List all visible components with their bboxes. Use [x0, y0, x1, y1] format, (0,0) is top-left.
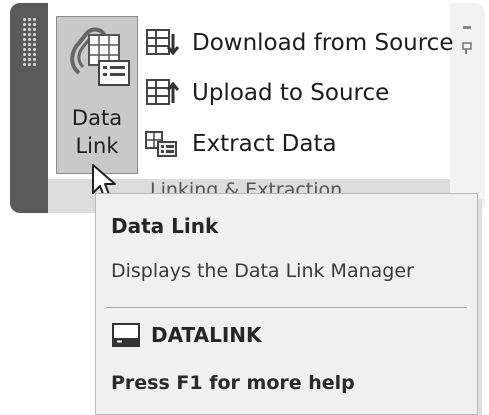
tooltip-divider [106, 307, 467, 308]
grip-dots-icon [22, 17, 36, 67]
data-link-tooltip: Data Link Displays the Data Link Manager… [95, 193, 478, 415]
tooltip-command-name: DATALINK [151, 323, 262, 347]
data-link-label-line1: Data [71, 106, 123, 130]
extract-data-button[interactable]: Extract Data [144, 124, 337, 164]
upload-to-source-label: Upload to Source [192, 80, 390, 106]
extract-data-label: Extract Data [192, 131, 337, 157]
extract-data-icon [145, 131, 177, 157]
tooltip-title: Data Link [111, 214, 219, 238]
ribbon-panel-linking-extraction: Linking & Extraction Data Link Download … [10, 3, 485, 213]
panel-grip-handle[interactable] [10, 3, 48, 213]
download-from-source-icon [146, 29, 180, 56]
data-link-label-line2: Link [75, 134, 119, 158]
command-line-icon [112, 323, 140, 347]
upload-to-source-icon [146, 79, 180, 105]
download-from-source-label: Download from Source [192, 30, 454, 56]
tooltip-help-hint: Press F1 for more help [111, 372, 355, 394]
tooltip-description: Displays the Data Link Manager [111, 260, 414, 282]
panel-side-strip [450, 3, 485, 213]
download-from-source-button[interactable]: Download from Source [144, 23, 453, 63]
panel-options-icon[interactable] [462, 25, 472, 55]
upload-to-source-button[interactable]: Upload to Source [144, 73, 389, 113]
data-link-button[interactable]: Data Link [56, 16, 138, 174]
tooltip-command-row: DATALINK [111, 322, 262, 348]
data-link-icon [70, 27, 130, 86]
